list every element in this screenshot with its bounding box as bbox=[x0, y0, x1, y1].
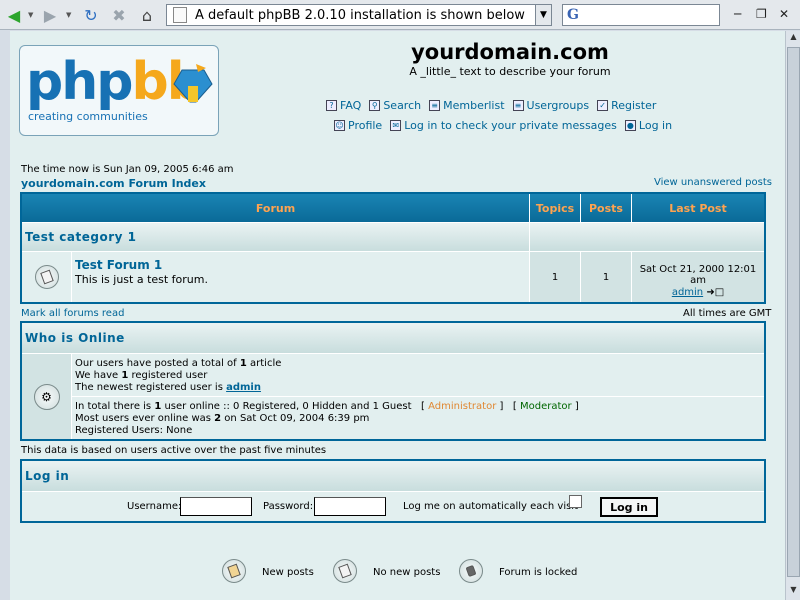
close-icon[interactable]: ✕ bbox=[779, 7, 789, 21]
forum-posts-count: 1 bbox=[581, 252, 631, 302]
site-description: A _little_ text to describe your forum bbox=[409, 65, 611, 78]
login-title[interactable]: Log in bbox=[22, 461, 764, 491]
last-post-date: Sat Oct 21, 2000 12:01 am bbox=[639, 264, 757, 286]
menu-register[interactable]: ✓ Register bbox=[597, 99, 656, 112]
scroll-down-arrow-icon[interactable]: ▼ bbox=[787, 585, 800, 599]
register-icon: ✓ bbox=[597, 100, 609, 111]
forum-description: This is just a test forum. bbox=[75, 273, 208, 286]
newest-user-link[interactable]: admin bbox=[226, 382, 261, 393]
profile-icon: ☺ bbox=[334, 120, 345, 131]
menu-profile[interactable]: ☺ Profile bbox=[334, 119, 382, 132]
password-input[interactable] bbox=[314, 497, 386, 516]
col-header-last-post: Last Post bbox=[632, 194, 764, 222]
forum-status-cell bbox=[22, 252, 71, 302]
who-online-icon: ⚙ bbox=[33, 383, 60, 410]
login-button[interactable]: Log in bbox=[600, 497, 658, 517]
forum-info-cell: Test Forum 1 This is just a test forum. bbox=[72, 252, 529, 302]
forward-arrow-icon[interactable]: ▶ bbox=[40, 4, 60, 26]
category-title[interactable]: Test category 1 bbox=[22, 223, 529, 251]
usergroups-icon: ≡ bbox=[512, 100, 524, 111]
stop-icon[interactable]: ✖ bbox=[108, 4, 130, 26]
web-page: phpbb creating communities yourdomain.co… bbox=[10, 31, 785, 600]
minimize-icon[interactable]: ─ bbox=[734, 7, 741, 21]
menu-search[interactable]: ⚲ Search bbox=[369, 99, 421, 112]
home-icon[interactable]: ⌂ bbox=[136, 4, 158, 26]
total-posts-count: 1 bbox=[239, 358, 247, 369]
vertical-scrollbar[interactable]: ▲ ▼ bbox=[785, 31, 800, 600]
autologin-label: Log me on automatically each visit bbox=[403, 501, 578, 512]
who-is-online-title[interactable]: Who is Online bbox=[22, 323, 764, 353]
no-new-posts-folder-icon bbox=[34, 265, 59, 289]
faq-icon: ? bbox=[326, 100, 337, 111]
who-is-online-table: Who is Online ⚙ Our users have posted a … bbox=[20, 321, 766, 441]
back-history-dropdown-icon[interactable]: ▼ bbox=[28, 11, 33, 19]
search-engine-icon[interactable]: G bbox=[567, 7, 579, 23]
timezone-note: All times are GMT bbox=[683, 308, 772, 319]
scroll-up-arrow-icon[interactable]: ▲ bbox=[787, 32, 800, 46]
no-new-posts-icon bbox=[333, 559, 357, 583]
new-posts-icon bbox=[222, 559, 246, 583]
legend-moderator: Moderator bbox=[520, 401, 572, 412]
phpbb-logo[interactable]: phpbb creating communities bbox=[19, 45, 219, 136]
mark-all-read-link[interactable]: Mark all forums read bbox=[21, 308, 124, 319]
browser-toolbar: ◀ ▼ ▶ ▼ ↻ ✖ ⌂ A default phpBB 2.0.10 ins… bbox=[0, 0, 800, 30]
password-label: Password: bbox=[263, 501, 314, 512]
registered-users-online: Registered Users: None bbox=[75, 425, 193, 436]
main-menu-row1: ? FAQ ⚲ Search ≡ Memberlist ≡ Usergroups ✓ Re… bbox=[326, 99, 656, 112]
legend-new-posts: New posts bbox=[262, 567, 314, 578]
category-filler bbox=[530, 223, 764, 251]
reload-icon[interactable]: ↻ bbox=[80, 4, 102, 26]
forward-history-dropdown-icon[interactable]: ▼ bbox=[66, 11, 71, 19]
username-label: Username: bbox=[127, 501, 182, 512]
site-name: yourdomain.com bbox=[411, 40, 609, 64]
legend-forum-locked: Forum is locked bbox=[499, 567, 578, 578]
back-arrow-icon[interactable]: ◀ bbox=[4, 4, 24, 26]
messages-icon: ✉ bbox=[390, 120, 402, 131]
page-icon bbox=[173, 7, 187, 23]
login-icon: ● bbox=[624, 120, 636, 131]
menu-faq[interactable]: ? FAQ bbox=[326, 99, 361, 112]
username-input[interactable] bbox=[180, 497, 252, 516]
view-unanswered-link[interactable]: View unanswered posts bbox=[654, 177, 772, 188]
main-menu-row2: ☺ Profile ✉ Log in to check your private m… bbox=[334, 119, 672, 132]
search-icon: ⚲ bbox=[369, 100, 381, 111]
online-stats: In total there is 1 user online :: 0 Reg… bbox=[72, 397, 764, 439]
legend-administrator: Administrator bbox=[428, 401, 497, 412]
address-bar[interactable]: A default phpBB 2.0.10 installation is s… bbox=[166, 4, 552, 26]
forum-last-post-cell: Sat Oct 21, 2000 12:01 am admin ➜□ bbox=[632, 252, 764, 302]
lamp-logo-icon bbox=[173, 64, 213, 103]
login-form: Username: Password: Log me on automatica… bbox=[22, 492, 764, 521]
time-now: The time now is Sun Jan 09, 2005 6:46 am bbox=[21, 164, 234, 175]
last-post-user-link[interactable]: admin bbox=[672, 287, 703, 298]
col-header-forum: Forum bbox=[22, 194, 530, 222]
col-header-topics: Topics bbox=[530, 194, 581, 222]
menu-usergroups[interactable]: ≡ Usergroups bbox=[512, 99, 589, 112]
memberlist-icon: ≡ bbox=[429, 100, 441, 111]
login-table: Log in Username: Password: Log me on aut… bbox=[20, 459, 766, 523]
forum-table: Forum Topics Posts Last Post Test catego… bbox=[20, 192, 766, 304]
web-search-input[interactable]: G bbox=[562, 4, 720, 26]
view-latest-post-icon[interactable]: ➜□ bbox=[706, 287, 724, 298]
post-stats: Our users have posted a total of 1 artic… bbox=[72, 354, 764, 396]
menu-private-messages[interactable]: ✉ Log in to check your private messages bbox=[390, 119, 617, 132]
restore-icon[interactable]: ❐ bbox=[756, 7, 767, 21]
forum-locked-icon bbox=[459, 559, 483, 583]
menu-memberlist[interactable]: ≡ Memberlist bbox=[429, 99, 505, 112]
scrollbar-thumb[interactable] bbox=[787, 47, 800, 577]
legend-no-new-posts: No new posts bbox=[373, 567, 441, 578]
who-online-icon-cell: ⚙ bbox=[22, 354, 71, 439]
col-header-posts: Posts bbox=[581, 194, 632, 222]
address-text[interactable]: A default phpBB 2.0.10 installation is s… bbox=[195, 8, 535, 23]
autologin-checkbox[interactable] bbox=[569, 495, 582, 508]
data-note: This data is based on users active over … bbox=[21, 445, 327, 456]
forum-topics-count: 1 bbox=[530, 252, 580, 302]
forum-index-link[interactable]: yourdomain.com Forum Index bbox=[21, 177, 206, 190]
menu-login[interactable]: ● Log in bbox=[624, 119, 672, 132]
address-dropdown-icon[interactable]: ▼ bbox=[535, 5, 551, 25]
forum-name-link[interactable]: Test Forum 1 bbox=[75, 258, 529, 272]
